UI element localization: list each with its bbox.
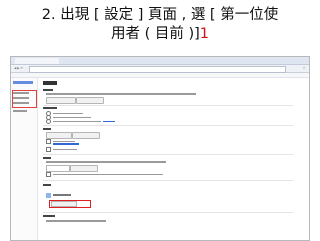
sidebar-heading: [13, 81, 33, 84]
avatar: [46, 192, 51, 198]
home-page-link[interactable]: [53, 143, 79, 145]
slide-title-line-2: 用者 ( 目前 )]1: [0, 25, 320, 44]
navigation-icons[interactable]: ◀ ▶ ⟳: [14, 66, 26, 70]
checkbox-icon: [46, 172, 51, 177]
divider: [43, 180, 293, 181]
settings-screenshot: ◀ ▶ ⟳ ☆: [10, 56, 310, 241]
divider: [43, 125, 293, 126]
slide-title: 2. 出現 [ 設定 ] 頁面 , 選 [ 第一位使 用者 ( 目前 )]1: [0, 6, 320, 44]
section-on-startup: [43, 107, 57, 109]
divider: [43, 212, 293, 213]
users-buttons-highlight-box: [49, 200, 91, 208]
section-appearance: [43, 128, 51, 130]
section-search: [43, 157, 51, 159]
add-user-button[interactable]: [51, 201, 77, 207]
section-users: [43, 184, 51, 186]
current-user-row[interactable]: [46, 192, 106, 198]
address-bar[interactable]: [29, 66, 286, 73]
manage-search-engines-button[interactable]: [70, 165, 98, 172]
sign-in-button[interactable]: [46, 97, 76, 104]
bookmarks-bar-option[interactable]: [46, 147, 77, 152]
divider: [43, 154, 293, 155]
slide-title-line-2-text: 用者 ( 目前 )]: [110, 26, 200, 42]
radio-icon: [46, 119, 51, 124]
settings-page-title: [43, 81, 57, 85]
search-description: [46, 161, 166, 163]
settings-main: [41, 78, 307, 240]
default-browser-status: [46, 220, 106, 222]
startup-option-3[interactable]: [46, 119, 115, 124]
reset-theme-button[interactable]: [72, 132, 100, 139]
section-default-browser: [43, 215, 55, 217]
search-engine-select[interactable]: [46, 165, 70, 172]
section-sign-in: [43, 89, 53, 91]
sidebar-highlight-box: [12, 90, 37, 108]
slide-title-step-number: 1: [199, 26, 210, 42]
bookmark-star-icon[interactable]: ☆: [302, 66, 306, 70]
get-themes-button[interactable]: [46, 132, 72, 139]
browser-tab[interactable]: [15, 58, 59, 64]
instant-search-option[interactable]: [46, 172, 163, 177]
browser-tab-strip: [11, 57, 309, 65]
slide-title-line-1: 2. 出現 [ 設定 ] 頁面 , 選 [ 第一位使: [41, 7, 279, 23]
sidebar-item-help[interactable]: [13, 110, 27, 112]
divider: [43, 105, 293, 106]
checkbox-icon: [46, 147, 51, 152]
browser-toolbar: ◀ ▶ ⟳ ☆: [11, 65, 309, 73]
sign-in-description: [46, 93, 196, 95]
advanced-sync-button[interactable]: [76, 97, 104, 104]
checkbox-icon: [46, 139, 51, 144]
settings-sidebar: [11, 78, 38, 240]
